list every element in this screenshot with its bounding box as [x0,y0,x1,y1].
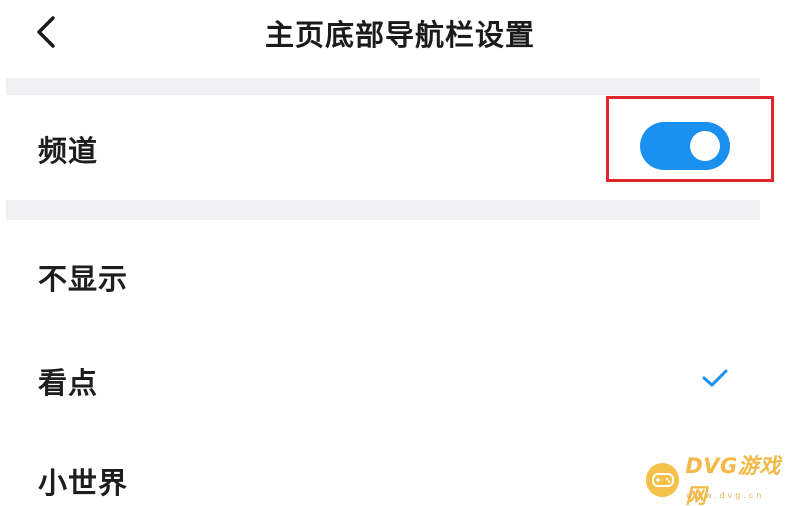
option-label: 小世界 [38,466,129,500]
watermark: DVG游戏网 www.dvg.cn [646,454,800,506]
settings-page: 主页底部导航栏设置 频道 不显示 看点 小世界 DVG游戏网 www.dvg.c… [0,0,800,506]
channel-toggle[interactable] [640,122,730,170]
option-hide[interactable]: 不显示 [0,222,800,322]
watermark-subtext: www.dvg.cn [686,491,765,500]
option-label: 不显示 [38,262,129,296]
option-kandian[interactable]: 看点 [0,326,800,426]
checkmark-icon [702,369,728,387]
section-divider [6,78,760,95]
channel-label: 频道 [38,134,99,168]
header-bar: 主页底部导航栏设置 [0,0,800,76]
toggle-knob [690,131,720,161]
section-divider [6,200,760,220]
gamepad-icon [646,463,680,497]
page-title: 主页底部导航栏设置 [264,18,535,52]
option-label: 看点 [38,366,99,400]
